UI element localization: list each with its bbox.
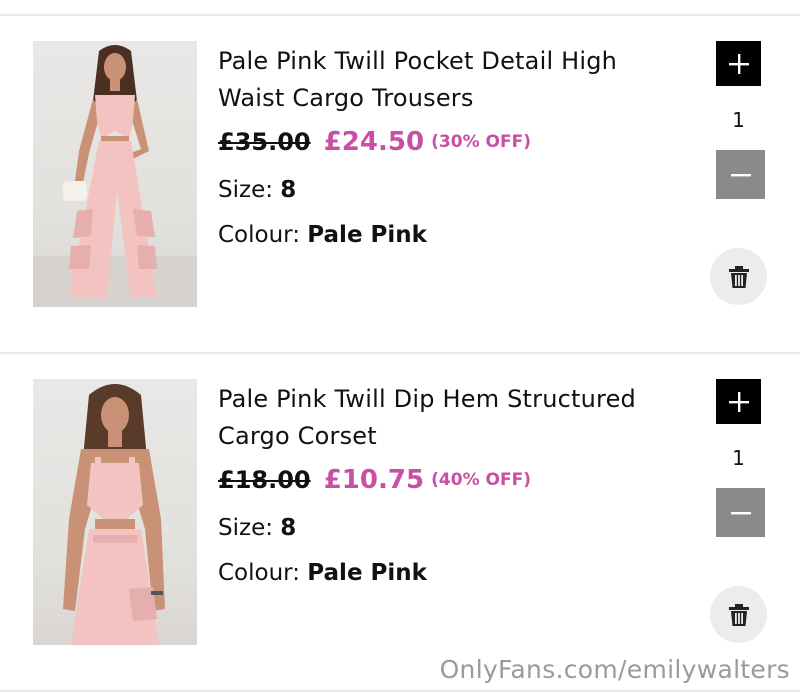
product-image[interactable] [33, 379, 197, 645]
size-row: Size: 8 [218, 177, 296, 203]
decrease-quantity-button[interactable] [716, 488, 765, 537]
quantity-value: 1 [732, 446, 745, 470]
trash-icon [728, 265, 749, 288]
product-title[interactable]: Pale Pink Twill Dip Hem Structured Cargo… [218, 381, 668, 455]
plus-icon [728, 391, 749, 412]
discount-label: (30% OFF) [431, 132, 531, 152]
model-trousers-illustration [33, 45, 197, 307]
size-value: 8 [280, 177, 297, 203]
colour-label: Colour: [218, 222, 300, 248]
size-label: Size: [218, 177, 273, 203]
colour-value: Pale Pink [307, 222, 427, 248]
increase-quantity-button[interactable] [716, 379, 761, 424]
size-row: Size: 8 [218, 515, 296, 541]
model-corset-illustration [63, 384, 165, 645]
top-divider [0, 14, 800, 16]
plus-icon [728, 53, 749, 74]
colour-value: Pale Pink [307, 560, 427, 586]
watermark-text: OnlyFans.com/emilywalters [439, 655, 790, 684]
bottom-divider [0, 690, 800, 692]
minus-icon [730, 511, 751, 514]
increase-quantity-button[interactable] [716, 41, 761, 86]
original-price: £18.00 [218, 466, 311, 494]
size-label: Size: [218, 515, 273, 541]
trash-icon [728, 603, 749, 626]
colour-label: Colour: [218, 560, 300, 586]
sale-price: £24.50 [323, 127, 425, 157]
original-price: £35.00 [218, 128, 311, 156]
remove-item-button[interactable] [710, 586, 767, 643]
colour-row: Colour: Pale Pink [218, 222, 427, 248]
cart-item: Pale Pink Twill Pocket Detail High Waist… [0, 41, 800, 341]
product-image[interactable] [33, 41, 197, 307]
discount-label: (40% OFF) [431, 470, 531, 490]
price-row: £35.00 £24.50 (30% OFF) [218, 127, 531, 157]
minus-icon [730, 173, 751, 176]
item-divider [0, 352, 800, 354]
cart-item: Pale Pink Twill Dip Hem Structured Cargo… [0, 379, 800, 679]
product-title[interactable]: Pale Pink Twill Pocket Detail High Waist… [218, 43, 668, 117]
size-value: 8 [280, 515, 297, 541]
sale-price: £10.75 [323, 465, 425, 495]
remove-item-button[interactable] [710, 248, 767, 305]
decrease-quantity-button[interactable] [716, 150, 765, 199]
colour-row: Colour: Pale Pink [218, 560, 427, 586]
quantity-value: 1 [732, 108, 745, 132]
price-row: £18.00 £10.75 (40% OFF) [218, 465, 531, 495]
